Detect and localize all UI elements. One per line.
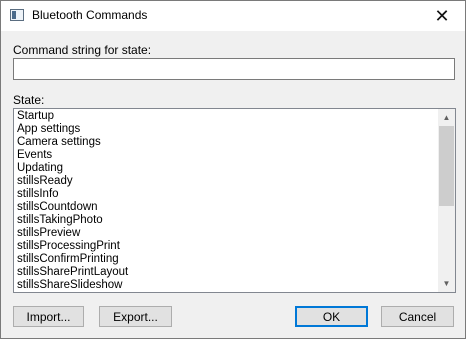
vertical-scrollbar[interactable]: ▲ ▼ <box>438 109 455 292</box>
state-list-item[interactable]: Updating <box>17 162 435 175</box>
ok-button[interactable]: OK <box>295 306 368 327</box>
state-label: State: <box>13 93 45 107</box>
bluetooth-commands-dialog: Bluetooth Commands ✕ Command string for … <box>0 0 466 339</box>
scrollbar-thumb[interactable] <box>439 126 454 206</box>
state-list-item[interactable]: App settings <box>17 123 435 136</box>
state-list-items: Startup App settings Camera settings Eve… <box>17 110 435 292</box>
state-list-item[interactable]: stillsInfo <box>17 188 435 201</box>
state-list-item[interactable]: stillsProcessingPrint <box>17 240 435 253</box>
scroll-up-arrow-icon[interactable]: ▲ <box>438 109 455 126</box>
scroll-down-arrow-icon[interactable]: ▼ <box>438 275 455 292</box>
close-button[interactable]: ✕ <box>419 1 465 31</box>
import-button[interactable]: Import... <box>13 306 84 327</box>
command-string-input[interactable] <box>13 58 455 80</box>
title-bar: Bluetooth Commands ✕ <box>1 1 465 31</box>
state-list-item[interactable]: stillsSharePrintLayout <box>17 266 435 279</box>
state-list-item[interactable]: Camera settings <box>17 136 435 149</box>
state-list-item[interactable]: Events <box>17 149 435 162</box>
window-title: Bluetooth Commands <box>32 8 148 22</box>
state-list-item[interactable]: stillsTakingPhoto <box>17 214 435 227</box>
state-list-item[interactable]: stillsCountdown <box>17 201 435 214</box>
state-list-item[interactable]: stillsReady <box>17 175 435 188</box>
state-list-item[interactable]: stillsShareSlideshow <box>17 279 435 292</box>
state-list-item[interactable]: Startup <box>17 110 435 123</box>
state-listbox[interactable]: Startup App settings Camera settings Eve… <box>13 108 456 293</box>
state-list-item[interactable]: stillsPreview <box>17 227 435 240</box>
command-string-label: Command string for state: <box>13 43 152 57</box>
app-window-icon <box>10 9 24 21</box>
cancel-button[interactable]: Cancel <box>381 306 454 327</box>
state-list-item[interactable]: stillsConfirmPrinting <box>17 253 435 266</box>
export-button[interactable]: Export... <box>99 306 172 327</box>
